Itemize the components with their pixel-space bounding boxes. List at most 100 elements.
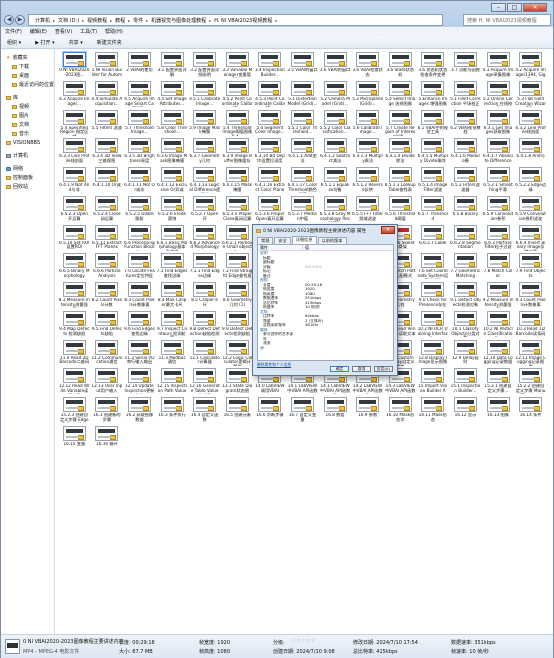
file-item[interactable]: 16.8 数组 [319,396,352,425]
file-item[interactable]: 6.3.6 Image Mask图像掩膜 [156,137,189,166]
file-item[interactable]: 6.3.9 Image Buffer图像缓存 [221,137,254,166]
file-item[interactable]: 16.4 自定义函数 [188,396,221,425]
breadcrumb-item[interactable]: 视频教程 [84,17,110,24]
file-item[interactable]: 6.6.5 Binary Morphology [58,252,91,281]
file-item[interactable]: 4.4 Simulate Acquisition... [91,80,124,109]
file-item[interactable]: 9.9 Detect Defects检测缺陷 [221,310,254,339]
file-item[interactable]: 5.4 Select Image 选择图像 [384,80,417,109]
file-item[interactable]: 5.1 Field Correction 平场校正 [449,80,482,109]
file-item[interactable]: 9.7 Inspect Contours 检测轮廓 [156,310,189,339]
file-item[interactable]: 12.2 Logic Calculator逻辑计算器 [221,339,254,368]
file-item[interactable]: 9.0 Check for Presence存在 [417,281,450,310]
dialog-tab[interactable]: 详细信息 [291,236,317,244]
file-item[interactable]: 5.5 Filters 滤波 [91,109,124,138]
file-item[interactable]: 9.1 Detect Objects检测对象 [449,281,482,310]
file-item[interactable]: 6.3.2 Line Profile线剖面 [514,109,547,138]
file-item[interactable]: 6.6.3 Particle Filter粒子过滤 [482,224,515,253]
file-item[interactable]: 6.4.1.16 Extract Color Planes... [254,166,287,195]
file-item[interactable]: 12.1 Calculator计算器 [188,339,221,368]
sidebar-item[interactable]: VISIONBBS [1,138,54,147]
file-item[interactable]: 6.3.7 Geometry几何 [188,137,221,166]
file-item[interactable]: 12.11 Image Logging记录图像 [514,339,547,368]
open-button[interactable]: ▶ 打开 ▾ [33,38,57,47]
file-item[interactable]: 6.5.9 Convolution卷积滤波 [514,195,547,224]
search-input[interactable]: 搜索 H. NI VBAI2023视频教程 [463,14,551,26]
file-item[interactable]: 8.1 Measure Intensity测量强度 [58,281,91,310]
file-item[interactable]: 3.6 VBAI检查状态 [351,51,384,80]
file-item[interactable]: 4.1 Acquire Image采集图像 [482,51,515,80]
file-item[interactable]: 6.5.2.7 Open开 [188,195,221,224]
breadcrumb-item[interactable]: 零件 [130,17,146,24]
file-item[interactable]: 2 VBAI的使用 [123,51,156,80]
file-item[interactable]: 12.13 User Input用户输入 [91,367,124,396]
file-item[interactable]: 3.5 VBAI的窗口 [286,51,319,80]
file-item[interactable]: 10.3 Read 1D Barcode读条码 [514,310,547,339]
organize-button[interactable]: 组织 ▾ [5,38,23,47]
file-item[interactable]: 6.5.1.1 Equalize均衡 [319,166,352,195]
sidebar-item[interactable]: 回收站 [1,182,54,191]
sidebar-item[interactable]: 桌面 [1,71,54,80]
file-item[interactable]: 6.3.4 3D View三维视图 [91,137,124,166]
file-item[interactable]: 4.5.1 Calibrate Image... [188,80,221,109]
file-item[interactable]: 0 NI VBAI2020-2023图... [58,51,91,80]
menu-item[interactable]: 编辑(E) [30,28,47,35]
file-item[interactable]: 6.5.1.3 Lookup Table查找表 [384,166,417,195]
new-folder-button[interactable]: 新建文件夹 [95,38,124,47]
file-item[interactable]: 16.1 创建新的步骤 [91,396,124,425]
file-item[interactable]: 6.4.1.3 Multiply乘法 [351,137,384,166]
file-item[interactable]: 6.4.1.6 Modulo模 [449,137,482,166]
file-item[interactable]: 5.9 Image Mask掩膜 [188,109,221,138]
file-item[interactable]: 6.5.2 Filters滤波器 [449,166,482,195]
breadcrumb-item[interactable]: H. NI VBAI2023视频教程 [211,17,275,24]
file-item[interactable]: 9.6 Find Edges查找边缘 [123,310,156,339]
file-item[interactable]: 6.4.1.15 Mask掩膜 [221,166,254,195]
file-item[interactable]: 8.4 Max Caliper最大卡尺 [156,281,189,310]
file-item[interactable]: 15 Import Vision Builder Au... [417,367,450,396]
share-button[interactable]: 共享 ▾ [67,38,85,47]
file-item[interactable]: 15.2.2 创建自定义步骤 Manual Threshold... [514,367,547,396]
sidebar-item[interactable]: 计算机 [1,151,54,160]
file-item[interactable]: 6.6.1 Basic Morphology基本形态学 [156,224,189,253]
file-item[interactable]: 5.1 Distortion Model (Grid)... [286,80,319,109]
dialog-tab[interactable]: 安全 [274,237,291,244]
file-item[interactable]: 6.4.1.4 Divide除法 [384,137,417,166]
file-item[interactable]: 15.1 Inspection Builder... [449,367,482,396]
file-item[interactable]: 6.5.3.7 Median中值 [286,195,319,224]
file-item[interactable]: 6.4.1.13 Logical Difference逻辑差 [188,166,221,195]
file-item[interactable]: 12.10 Data Logging记录数据 [482,339,515,368]
file-item[interactable]: 6.3.3 Line Profile线剖面 [58,137,91,166]
sidebar-item[interactable]: 文档 [1,120,54,129]
file-item[interactable]: 3.1 配置界面详解 [156,51,189,80]
file-item[interactable]: 8.3 Count Pixels计数像素 [123,281,156,310]
file-item[interactable]: 16.11 Mask形态 [417,396,450,425]
file-item[interactable]: 6.6.2 Advanced Morphology [188,224,221,253]
file-item[interactable]: 5 Enhance Images 增强图像 [417,80,450,109]
file-item[interactable]: 16.12 显示 [449,396,482,425]
menu-item[interactable]: 查看(V) [55,28,72,35]
file-item[interactable]: 16.13 图像 [482,396,515,425]
file-item[interactable]: 5.5.2 Color Classification... [319,109,352,138]
dialog-tab[interactable]: 以前的版本 [317,237,347,244]
file-item[interactable]: 5.7 Create Region of Interest创建... [384,109,417,138]
file-item[interactable]: 12.14 Update Inspection更新检查 [123,367,156,396]
breadcrumb-separator-icon[interactable]: ▸ [275,18,277,23]
sidebar-item[interactable]: 库 [1,93,54,102]
menu-item[interactable]: 工具(T) [80,28,97,35]
file-item[interactable]: 6.5.5 FFT Filter频域滤波 [351,195,384,224]
file-item[interactable]: 6.4.1.9 Not And与非 [58,166,91,195]
menu-item[interactable]: 文件(F) [5,28,22,35]
file-item[interactable]: 7.9 Find Objects [514,252,547,281]
sidebar-item[interactable]: ★ 收藏夹 [1,53,54,62]
file-item[interactable]: 8.5 Caliper卡尺 [188,281,221,310]
file-item[interactable]: 6.6.2.8 Segmentation [449,224,482,253]
file-item[interactable]: 6.3.5 3D Brightness亮度 [123,137,156,166]
breadcrumb-item[interactable]: 教程 [112,17,128,24]
breadcrumb-item[interactable]: 机器视觉与图像处理教程 [148,17,209,24]
file-item[interactable]: 10.2 NI OCR Training Interface... [417,310,450,339]
file-item[interactable]: 10.1 Classify Objects分类对象 [449,310,482,339]
file-item[interactable]: 6.4.1.11 Not Or或非 [123,166,156,195]
file-item[interactable]: 16.2 获取图像数据 [123,396,156,425]
file-item[interactable]: 6.6.2.7 Label [417,224,450,253]
file-item[interactable]: 6.4.1.7 Absolute Difference [482,137,515,166]
file-item[interactable]: 6.3.10 Bit Depth设置位深度 [254,137,287,166]
